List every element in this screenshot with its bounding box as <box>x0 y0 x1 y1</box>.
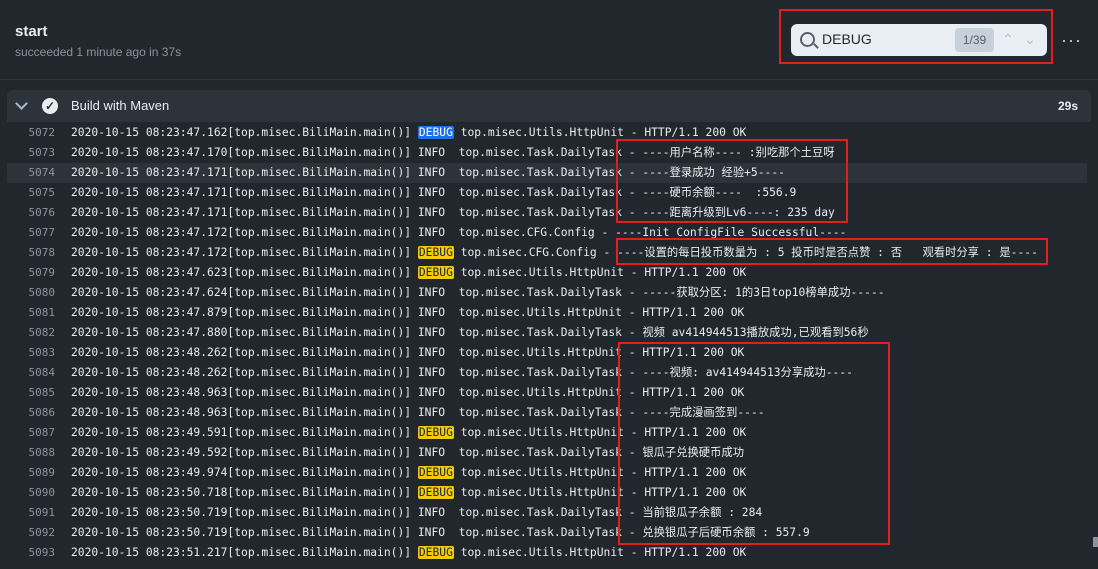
log-level: INFO <box>417 446 452 459</box>
log-line: 5079 2020-10-15 08:23:47.623[top.misec.Bi… <box>7 263 1087 283</box>
line-number[interactable]: 5087 <box>7 423 56 443</box>
log-level: INFO <box>417 406 452 419</box>
log-level: INFO <box>417 526 452 539</box>
log-text: 2020-10-15 08:23:47.880[top.misec.BiliMa… <box>71 326 869 339</box>
log-level: INFO <box>417 326 452 339</box>
line-number[interactable]: 5089 <box>7 463 56 483</box>
log-line: 5084 2020-10-15 08:23:48.262[top.misec.Bi… <box>7 363 1087 383</box>
annotation-box <box>616 238 1048 265</box>
line-number[interactable]: 5073 <box>7 143 56 163</box>
chevron-up-icon[interactable]: ⌃ <box>1000 30 1016 48</box>
log-level: INFO <box>417 226 452 239</box>
log-line: 5089 2020-10-15 08:23:49.974[top.misec.Bi… <box>7 463 1087 483</box>
log-level: INFO <box>417 186 452 199</box>
more-options-button[interactable]: ··· <box>1061 30 1082 51</box>
log-level: INFO <box>417 346 452 359</box>
search-icon <box>800 32 815 47</box>
line-number[interactable]: 5081 <box>7 303 56 323</box>
log-text: 2020-10-15 08:23:47.624[top.misec.BiliMa… <box>71 286 885 299</box>
log-output: 5072 2020-10-15 08:23:47.162[top.misec.Bi… <box>7 123 1091 569</box>
line-number[interactable]: 5093 <box>7 543 56 563</box>
log-line: 5073 2020-10-15 08:23:47.170[top.misec.Bi… <box>7 143 1087 163</box>
log-text: 2020-10-15 08:23:47.879[top.misec.BiliMa… <box>71 306 745 319</box>
log-level: DEBUG <box>417 426 454 439</box>
log-level: INFO <box>417 386 452 399</box>
log-line: 5081 2020-10-15 08:23:47.879[top.misec.Bi… <box>7 303 1087 323</box>
log-level: DEBUG <box>417 466 454 479</box>
log-search-input[interactable] <box>822 31 942 47</box>
line-number[interactable]: 5072 <box>7 123 56 143</box>
log-level: INFO <box>417 146 452 159</box>
log-text: 2020-10-15 08:23:47.623[top.misec.BiliMa… <box>71 266 747 279</box>
line-number[interactable]: 5082 <box>7 323 56 343</box>
log-line: 5092 2020-10-15 08:23:50.719[top.misec.Bi… <box>7 523 1087 543</box>
line-number[interactable]: 5076 <box>7 203 56 223</box>
log-line: 5082 2020-10-15 08:23:47.880[top.misec.Bi… <box>7 323 1087 343</box>
line-number[interactable]: 5074 <box>7 163 56 183</box>
line-number[interactable]: 5088 <box>7 443 56 463</box>
log-line: 5086 2020-10-15 08:23:48.963[top.misec.Bi… <box>7 403 1087 423</box>
log-line: 5083 2020-10-15 08:23:48.262[top.misec.Bi… <box>7 343 1087 363</box>
job-title: start <box>15 23 48 40</box>
line-number[interactable]: 5084 <box>7 363 56 383</box>
log-level: DEBUG <box>417 126 454 139</box>
log-line: 5080 2020-10-15 08:23:47.624[top.misec.Bi… <box>7 283 1087 303</box>
log-line: 5076 2020-10-15 08:23:47.171[top.misec.Bi… <box>7 203 1087 223</box>
line-number[interactable]: 5091 <box>7 503 56 523</box>
line-number[interactable]: 5075 <box>7 183 56 203</box>
log-line: 5074 2020-10-15 08:23:47.171[top.misec.Bi… <box>7 163 1087 183</box>
log-search-box: 1/39 ⌃ ⌄ <box>791 24 1047 56</box>
log-level: INFO <box>417 306 452 319</box>
log-level: INFO <box>417 166 452 179</box>
annotation-box <box>618 342 890 545</box>
log-level: INFO <box>417 206 452 219</box>
line-number[interactable]: 5078 <box>7 243 56 263</box>
log-line: 5088 2020-10-15 08:23:49.592[top.misec.Bi… <box>7 443 1087 463</box>
line-number[interactable]: 5080 <box>7 283 56 303</box>
chevron-down-icon[interactable] <box>15 97 28 110</box>
job-status-text: succeeded 1 minute ago in 37s <box>15 45 182 59</box>
line-number[interactable]: 5077 <box>7 223 56 243</box>
log-line: 5075 2020-10-15 08:23:47.171[top.misec.Bi… <box>7 183 1087 203</box>
log-level: DEBUG <box>417 246 454 259</box>
log-level: DEBUG <box>417 546 454 559</box>
log-line: 5091 2020-10-15 08:23:50.719[top.misec.Bi… <box>7 503 1087 523</box>
log-line: 5090 2020-10-15 08:23:50.718[top.misec.Bi… <box>7 483 1087 503</box>
log-line: 5087 2020-10-15 08:23:49.591[top.misec.Bi… <box>7 423 1087 443</box>
line-number[interactable]: 5086 <box>7 403 56 423</box>
log-line: 5072 2020-10-15 08:23:47.162[top.misec.Bi… <box>7 123 1087 143</box>
log-line: 5093 2020-10-15 08:23:51.217[top.misec.Bi… <box>7 543 1087 563</box>
step-title: Build with Maven <box>71 98 170 113</box>
log-line: 5085 2020-10-15 08:23:48.963[top.misec.Bi… <box>7 383 1087 403</box>
step-header[interactable]: ✓ Build with Maven 29s <box>7 90 1091 122</box>
line-number[interactable]: 5092 <box>7 523 56 543</box>
log-level: DEBUG <box>417 266 454 279</box>
log-level: DEBUG <box>417 486 454 499</box>
scrollbar-thumb[interactable] <box>1093 537 1098 547</box>
log-level: INFO <box>417 506 452 519</box>
log-text: 2020-10-15 08:23:51.217[top.misec.BiliMa… <box>71 546 747 559</box>
search-match-count: 1/39 <box>955 28 994 52</box>
job-header: start succeeded 1 minute ago in 37s 1/39… <box>0 0 1098 80</box>
chevron-down-icon[interactable]: ⌄ <box>1022 30 1038 48</box>
annotation-box <box>616 139 848 223</box>
line-number[interactable]: 5085 <box>7 383 56 403</box>
line-number[interactable]: 5079 <box>7 263 56 283</box>
line-number[interactable]: 5090 <box>7 483 56 503</box>
check-circle-icon: ✓ <box>42 98 58 114</box>
log-level: INFO <box>417 366 452 379</box>
log-level: INFO <box>417 286 452 299</box>
line-number[interactable]: 5083 <box>7 343 56 363</box>
step-duration: 29s <box>1057 99 1078 113</box>
